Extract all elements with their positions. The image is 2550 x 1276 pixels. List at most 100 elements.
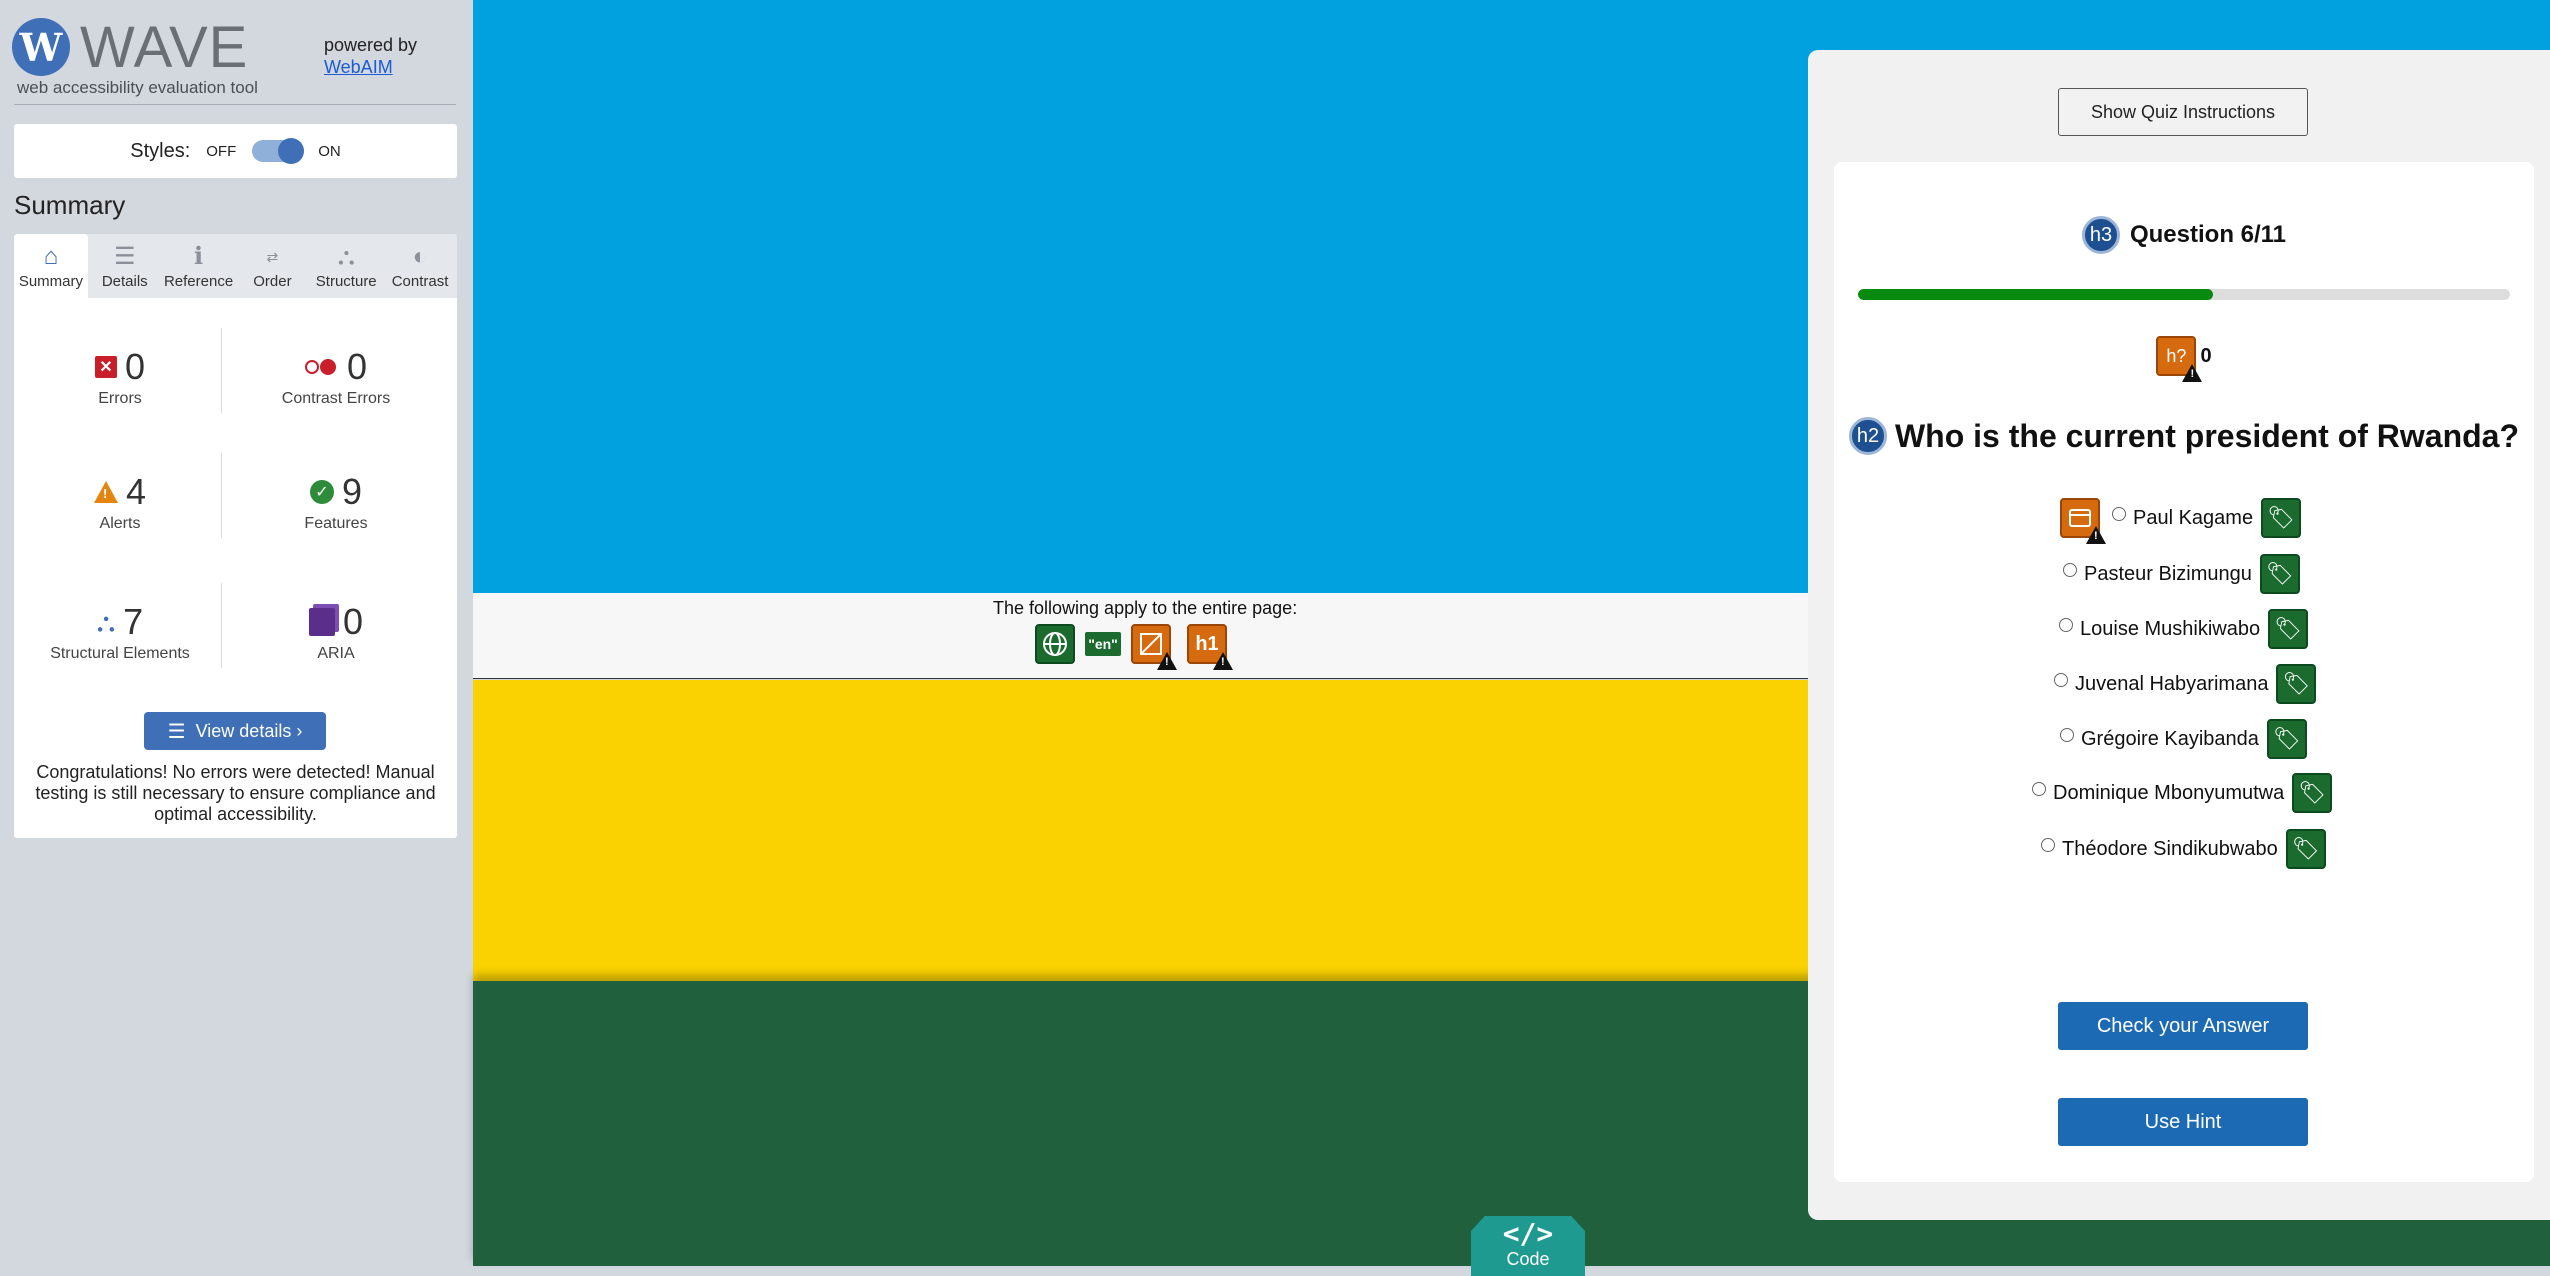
- globe-icon[interactable]: [1035, 624, 1075, 664]
- stat-value: 4: [125, 471, 147, 512]
- wave-sidebar: W WAVE web accessibility evaluation tool…: [0, 0, 473, 1266]
- quiz-progress-bar: [1858, 289, 2510, 300]
- tab-label: Structure: [315, 273, 377, 290]
- tab-label: Contrast: [391, 273, 449, 290]
- page-level-icons: "en" h1: [1035, 624, 1233, 670]
- banner-text: The following apply to the entire page:: [993, 598, 1298, 618]
- radio-button[interactable]: [2060, 728, 2074, 742]
- option-paul-kagame[interactable]: Paul Kagame 🏷: [2060, 498, 2302, 544]
- language-icon[interactable]: "en": [1085, 632, 1121, 656]
- label-tag-icon[interactable]: 🏷: [2276, 664, 2317, 704]
- tab-contrast[interactable]: ◐ Contrast: [383, 234, 457, 298]
- h3-icon[interactable]: h3: [2081, 216, 2120, 254]
- label-tag-icon[interactable]: 🏷: [2259, 554, 2300, 594]
- stat-aria[interactable]: 0 ARIA: [236, 601, 436, 663]
- warning-icon: [1213, 652, 1233, 670]
- home-icon: ⌂: [43, 243, 59, 270]
- stat-structural-elements[interactable]: ⛬ 7 Structural Elements: [20, 601, 220, 663]
- stat-label: Alerts: [99, 515, 141, 532]
- label-tag-icon[interactable]: 🏷: [2261, 498, 2302, 538]
- tab-order[interactable]: ⇄ Order: [235, 234, 309, 298]
- h1-alert-icon[interactable]: h1: [1187, 624, 1233, 670]
- stat-divider: [221, 583, 222, 668]
- label-tag-icon[interactable]: 🏷: [2266, 719, 2307, 759]
- radio-button[interactable]: [2112, 507, 2126, 521]
- tab-summary[interactable]: ⌂ Summary: [14, 234, 88, 298]
- order-icon: ⇄: [266, 249, 279, 265]
- label-tag-icon[interactable]: 🏷: [2268, 609, 2309, 649]
- radio-button[interactable]: [2032, 782, 2046, 796]
- styles-off-label: OFF: [206, 142, 237, 160]
- sidebar-divider: [14, 104, 456, 105]
- info-icon: ℹ: [194, 243, 204, 270]
- radio-button[interactable]: [2054, 673, 2068, 687]
- question-heading: h2 Who is the current president of Rwand…: [1834, 417, 2534, 455]
- code-toggle-button[interactable]: </> Code: [1471, 1216, 1585, 1276]
- option-juvenal-habyarimana[interactable]: Juvenal Habyarimana 🏷: [2054, 664, 2317, 704]
- wave-logo-icon: W: [12, 18, 70, 76]
- option-dominique-mbonyumutwa[interactable]: Dominique Mbonyumutwa 🏷: [2032, 773, 2333, 813]
- radio-button[interactable]: [2059, 618, 2073, 632]
- option-label[interactable]: Louise Mushikiwabo: [2080, 618, 2260, 641]
- label-tag-icon[interactable]: 🏷: [2285, 829, 2326, 869]
- tab-details[interactable]: ☰ Details: [88, 234, 162, 298]
- tab-reference[interactable]: ℹ Reference: [162, 234, 236, 298]
- option-label[interactable]: Dominique Mbonyumutwa: [2053, 782, 2284, 805]
- option-label[interactable]: Juvenal Habyarimana: [2075, 673, 2268, 696]
- styles-toggle[interactable]: [252, 138, 305, 164]
- radio-button[interactable]: [2063, 563, 2077, 577]
- stat-divider: [221, 328, 222, 413]
- tab-structure[interactable]: ⛬ Structure: [309, 234, 383, 298]
- toggle-knob: [278, 138, 305, 164]
- alert-icon: !: [93, 481, 118, 503]
- stat-value: 0: [124, 346, 146, 387]
- stat-label: Features: [304, 515, 368, 532]
- warning-icon: [2182, 364, 2203, 382]
- question-counter: h3 Question 6/11: [1834, 216, 2534, 254]
- powered-by: powered by WebAIM: [324, 34, 417, 78]
- option-label[interactable]: Pasteur Bizimungu: [2084, 563, 2252, 586]
- wave-title: WAVE: [80, 15, 249, 80]
- contrast-icon: ◐: [412, 243, 428, 270]
- stat-alerts[interactable]: ! 4 Alerts: [20, 471, 220, 533]
- missing-title-icon[interactable]: [1131, 624, 1177, 670]
- stat-value: 0: [342, 601, 364, 642]
- stat-value: 9: [341, 471, 363, 512]
- tab-label: Summary: [18, 273, 83, 290]
- view-details-button[interactable]: ☰ View details ›: [144, 712, 326, 750]
- h2-icon[interactable]: h2: [1848, 417, 1887, 455]
- styles-label: Styles:: [130, 139, 191, 162]
- code-icon: </>: [1502, 1217, 1554, 1250]
- error-icon: ✕: [94, 356, 117, 378]
- question-text: Who is the current president of Rwanda?: [1894, 417, 2520, 454]
- wave-tagline: web accessibility evaluation tool: [17, 78, 258, 97]
- option-label[interactable]: Théodore Sindikubwabo: [2062, 838, 2278, 861]
- show-quiz-instructions-button[interactable]: Show Quiz Instructions: [2058, 88, 2308, 136]
- check-answer-button[interactable]: Check your Answer: [2058, 1002, 2308, 1050]
- congrats-message: Congratulations! No errors were detected…: [35, 762, 436, 824]
- option-label[interactable]: Paul Kagame: [2133, 507, 2253, 530]
- stat-contrast-errors[interactable]: 0 Contrast Errors: [236, 346, 436, 408]
- aria-cube-icon: [308, 608, 335, 636]
- fieldset-alert-icon[interactable]: [2060, 498, 2106, 544]
- webaim-link[interactable]: WebAIM: [324, 56, 417, 78]
- use-hint-button[interactable]: Use Hint: [2058, 1098, 2308, 1146]
- stat-features[interactable]: ✓ 9 Features: [236, 471, 436, 533]
- stat-label: Contrast Errors: [281, 390, 391, 407]
- progress-fill: [1858, 289, 2214, 300]
- stat-divider: [221, 453, 222, 538]
- stat-errors[interactable]: ✕ 0 Errors: [20, 346, 220, 408]
- contrast-error-icon: [304, 359, 339, 375]
- option-label[interactable]: Grégoire Kayibanda: [2081, 728, 2259, 751]
- option-louise-mushikiwabo[interactable]: Louise Mushikiwabo 🏷: [2059, 609, 2309, 649]
- possible-heading-icon[interactable]: h?: [2156, 336, 2203, 382]
- label-tag-icon[interactable]: 🏷: [2292, 773, 2333, 813]
- stat-label: Errors: [98, 390, 142, 407]
- stat-value: 7: [123, 601, 144, 642]
- styles-toggle-box: Styles: OFF ON: [14, 124, 457, 178]
- tab-label: Details: [101, 273, 148, 290]
- option-theodore-sindikubwabo[interactable]: Théodore Sindikubwabo 🏷: [2041, 829, 2326, 869]
- option-gregoire-kayibanda[interactable]: Grégoire Kayibanda 🏷: [2060, 719, 2307, 759]
- option-pasteur-bizimungu[interactable]: Pasteur Bizimungu 🏷: [2063, 554, 2300, 594]
- radio-button[interactable]: [2041, 838, 2055, 852]
